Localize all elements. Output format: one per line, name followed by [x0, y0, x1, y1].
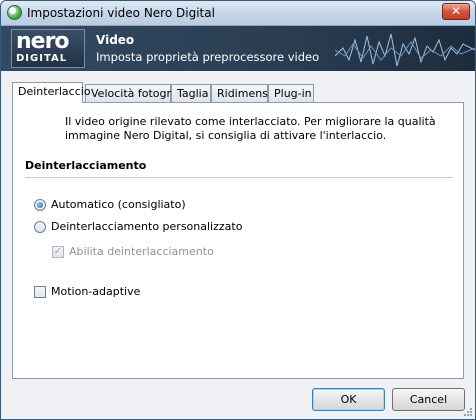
radio-custom[interactable]: [34, 220, 46, 233]
waveform-decoration: [335, 33, 475, 67]
tab-taglia[interactable]: Taglia: [171, 84, 211, 102]
checkbox-enable-deinterlace: ✓: [52, 245, 64, 258]
tab-panel-deinterlaccio: Il video origine rilevato come interlacc…: [12, 102, 464, 379]
checkbox-motion-adaptive[interactable]: [34, 285, 46, 298]
section-title: Deinterlacciamento: [25, 159, 147, 172]
dialog-window: Impostazioni video Nero Digital ✕ nero D…: [0, 0, 476, 420]
banner-title: Video: [96, 33, 135, 47]
radio-automatic[interactable]: [34, 198, 46, 211]
cancel-button[interactable]: Cancel: [392, 388, 465, 411]
banner-subtitle: Imposta proprietà preprocessore video: [96, 50, 320, 64]
motion-adaptive-option[interactable]: Motion-adaptive: [34, 285, 140, 298]
section-divider: [25, 177, 453, 178]
automatic-option[interactable]: Automatico (consigliato): [34, 198, 186, 211]
custom-label: Deinterlacciamento personalizzato: [51, 220, 243, 233]
info-icon: [28, 115, 54, 141]
header-banner: nero DIGITAL Video Imposta proprietà pre…: [1, 26, 475, 71]
tab-plug-in[interactable]: Plug-in: [268, 84, 314, 102]
window-title: Impostazioni video Nero Digital: [27, 6, 215, 20]
tab-velocita-fotogr[interactable]: Velocità fotogr.: [85, 84, 174, 102]
info-message: Il video origine rilevato come interlacc…: [65, 115, 436, 142]
resize-grip-icon[interactable]: [463, 407, 473, 417]
enable-deinterlace-label: Abilita deinterlacciamento: [69, 245, 214, 258]
title-bar[interactable]: Impostazioni video Nero Digital ✕: [1, 1, 475, 26]
ok-button[interactable]: OK: [312, 388, 385, 411]
custom-option[interactable]: Deinterlacciamento personalizzato: [34, 220, 242, 233]
motion-adaptive-label: Motion-adaptive: [51, 285, 141, 298]
nero-digital-logo: nero DIGITAL: [11, 29, 85, 68]
automatic-label: Automatico (consigliato): [51, 198, 186, 211]
nero-app-icon: [7, 5, 22, 20]
close-button[interactable]: ✕: [442, 3, 470, 20]
enable-deinterlace-option: ✓ Abilita deinterlacciamento: [52, 245, 214, 258]
tab-deinterlaccio[interactable]: Deinterlaccio: [12, 82, 91, 103]
tab-ridimens[interactable]: Ridimens.: [211, 84, 271, 102]
